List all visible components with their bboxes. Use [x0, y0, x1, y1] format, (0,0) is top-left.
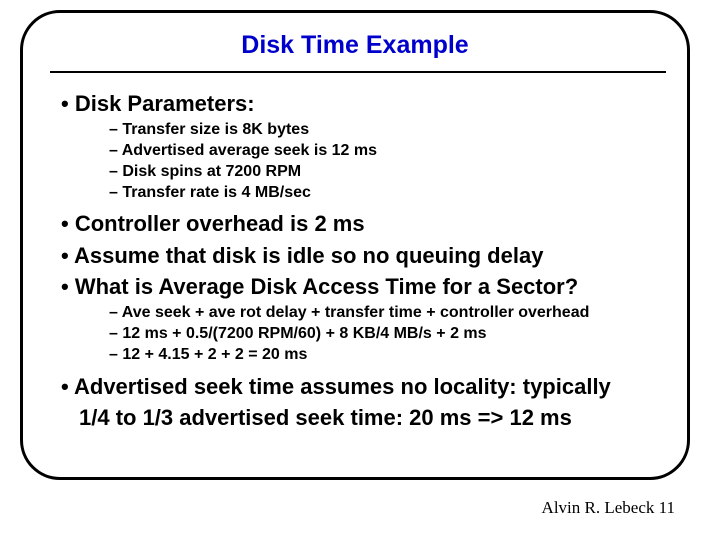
bullet-question: What is Average Disk Access Time for a S…: [61, 274, 671, 299]
bullet-advertised-seek-cont: 1/4 to 1/3 advertised seek time: 20 ms =…: [61, 405, 671, 430]
sub-list-parameters: Transfer size is 8K bytes Advertised ave…: [109, 120, 671, 203]
slide-content: Disk Parameters: Transfer size is 8K byt…: [61, 85, 671, 434]
bullet-advertised-seek: Advertised seek time assumes no locality…: [61, 374, 671, 399]
slide-footer: Alvin R. Lebeck 11: [542, 498, 675, 518]
sub-item: Ave seek + ave rot delay + transfer time…: [109, 303, 671, 324]
title-rule: [50, 71, 666, 73]
sub-item: 12 ms + 0.5/(7200 RPM/60) + 8 KB/4 MB/s …: [109, 324, 671, 345]
sub-item: Transfer rate is 4 MB/sec: [109, 183, 671, 204]
bullet-assume-idle: Assume that disk is idle so no queuing d…: [61, 243, 671, 268]
sub-item: Disk spins at 7200 RPM: [109, 162, 671, 183]
sub-item: Advertised average seek is 12 ms: [109, 141, 671, 162]
slide-frame: Disk Time Example Disk Parameters: Trans…: [20, 10, 690, 480]
sub-list-calculation: Ave seek + ave rot delay + transfer time…: [109, 303, 671, 365]
slide-title: Disk Time Example: [23, 31, 687, 60]
sub-item: 12 + 4.15 + 2 + 2 = 20 ms: [109, 345, 671, 366]
sub-item: Transfer size is 8K bytes: [109, 120, 671, 141]
bullet-controller-overhead: Controller overhead is 2 ms: [61, 211, 671, 236]
bullet-disk-parameters: Disk Parameters:: [61, 91, 671, 116]
